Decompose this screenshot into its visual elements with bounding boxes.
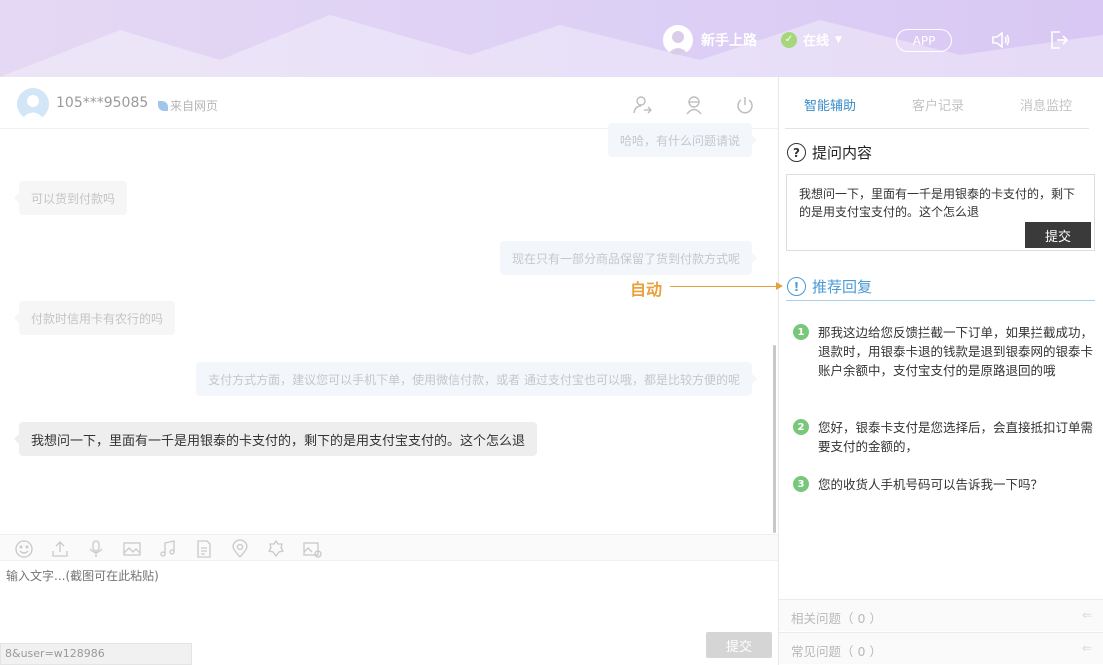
power-end-chat-icon[interactable] <box>734 94 756 116</box>
message-bubble-visitor: 付款时信用卡有农行的吗 <box>13 301 176 335</box>
url-status-bar: 8&user=w128986 <box>0 643 192 665</box>
common-questions-section[interactable]: 常见问题（ 0 ） ⇐ <box>779 632 1103 664</box>
arrow-left-icon: ⇐ <box>1081 608 1092 622</box>
annotation-label: 自动 <box>630 280 663 299</box>
message-bubble-visitor: 可以货到付款吗 <box>13 181 128 215</box>
chat-toolbar <box>0 534 778 561</box>
annotation-arrow-head-icon <box>776 282 783 290</box>
message-input[interactable] <box>6 569 706 583</box>
recommend-title: 推荐回复 <box>812 278 873 296</box>
visitor-avatar-icon <box>17 88 49 120</box>
screenshot-icon[interactable] <box>302 539 322 559</box>
upload-file-icon[interactable] <box>50 539 70 559</box>
recommend-reply-text: 那我这边给您反馈拦截一下订单，如果拦截成功，退款时，用银泰卡退的钱款是退到银泰网… <box>818 325 1094 378</box>
exclamation-icon: ! <box>787 277 806 296</box>
assist-panel: 智能辅助 客户记录 消息监控 ? 提问内容 我想问一下，里面有一千是用银泰的卡支… <box>778 77 1103 665</box>
user-menu[interactable]: 新手上路 <box>663 25 757 55</box>
assist-tabs: 智能辅助 客户记录 消息监控 <box>779 77 1103 129</box>
speaker-icon[interactable] <box>990 29 1012 51</box>
source-label: 来自网页 <box>170 99 219 113</box>
music-icon[interactable] <box>158 539 178 559</box>
visitor-id: 105***95085 <box>56 95 149 111</box>
number-badge: 2 <box>793 419 809 435</box>
question-title: 提问内容 <box>812 144 873 162</box>
image-icon[interactable] <box>122 539 142 559</box>
online-status-dropdown[interactable]: ✓ 在线 ▼ <box>781 30 842 49</box>
message-bubble-agent: 支付方式方面，建议您可以手机下单，使用微信付款，或者 通过支付宝也可以哦，都是比… <box>196 362 757 396</box>
related-questions-label: 相关问题（ 0 ） <box>791 611 882 626</box>
recommend-section-header: ! 推荐回复 <box>787 276 872 297</box>
caret-down-icon: ▼ <box>835 34 842 45</box>
question-section-header: ? 提问内容 <box>787 142 872 163</box>
question-text: 我想问一下，里面有一千是用银泰的卡支付的，剩下的是用支付宝支付的。这个怎么退 <box>799 187 1076 219</box>
recommend-reply-item[interactable]: 1 那我这边给您反馈拦截一下订单，如果拦截成功，退款时，用银泰卡退的钱款是退到银… <box>793 323 1093 380</box>
emoji-icon[interactable] <box>14 539 34 559</box>
check-icon: ✓ <box>781 31 797 48</box>
tab-message-monitor[interactable]: 消息监控 <box>1020 95 1072 114</box>
tabs-divider <box>785 128 1089 129</box>
send-button[interactable]: 提交 <box>706 632 772 658</box>
tab-smart-assist[interactable]: 智能辅助 <box>804 95 856 114</box>
message-bubble-visitor-latest[interactable]: 我想问一下，里面有一千是用银泰的卡支付的，剩下的是用支付宝支付的。这个怎么退 <box>13 422 538 456</box>
chat-message-list[interactable]: 哈哈，有什么问题请说 可以货到付款吗 现在只有一部分商品保留了货到付款方式呢 付… <box>0 123 778 534</box>
arrow-left-icon: ⇐ <box>1081 641 1092 655</box>
recommend-reply-text: 您的收货人手机号码可以告诉我一下吗？ <box>818 477 1044 492</box>
location-pin-icon[interactable] <box>230 539 250 559</box>
related-questions-section[interactable]: 相关问题（ 0 ） ⇐ <box>779 599 1103 631</box>
transfer-user-icon[interactable] <box>631 94 653 116</box>
visitor-source: 来自网页 <box>158 97 218 114</box>
app-button[interactable]: APP <box>896 29 952 52</box>
common-questions-label: 常见问题（ 0 ） <box>791 644 882 659</box>
app-window: 新手上路 ✓ 在线 ▼ APP 105***95085 来自网页 哈哈，有什么问… <box>0 0 1103 665</box>
number-badge: 1 <box>793 324 809 340</box>
status-label: 在线 <box>803 34 830 49</box>
chat-scrollbar[interactable] <box>773 345 776 533</box>
recommend-divider <box>786 300 1095 301</box>
microphone-icon[interactable] <box>86 539 106 559</box>
badge-rating-icon[interactable] <box>266 539 286 559</box>
chat-header: 105***95085 来自网页 <box>0 77 778 129</box>
annotation-arrow-line <box>670 286 778 287</box>
invite-agent-icon[interactable] <box>683 94 705 116</box>
web-source-icon <box>158 100 168 111</box>
username: 新手上路 <box>701 33 757 49</box>
message-bubble-agent: 现在只有一部分商品保留了货到付款方式呢 <box>499 241 758 275</box>
logout-icon[interactable] <box>1048 29 1070 51</box>
message-bubble-agent: 哈哈，有什么问题请说 <box>607 123 758 157</box>
recommend-reply-item[interactable]: 2 您好，银泰卡支付是您选择后，会直接抵扣订单需要支付的金额的， <box>793 418 1093 456</box>
number-badge: 3 <box>793 476 809 492</box>
top-banner: 新手上路 ✓ 在线 ▼ APP <box>0 0 1103 77</box>
question-mark-icon: ? <box>787 143 806 162</box>
document-icon[interactable] <box>194 539 214 559</box>
user-avatar-icon <box>663 25 693 55</box>
recommend-reply-item[interactable]: 3 您的收货人手机号码可以告诉我一下吗？ <box>793 475 1093 494</box>
recommend-reply-text: 您好，银泰卡支付是您选择后，会直接抵扣订单需要支付的金额的， <box>818 420 1094 454</box>
tab-customer-records[interactable]: 客户记录 <box>912 95 964 114</box>
submit-question-button[interactable]: 提交 <box>1025 222 1091 248</box>
